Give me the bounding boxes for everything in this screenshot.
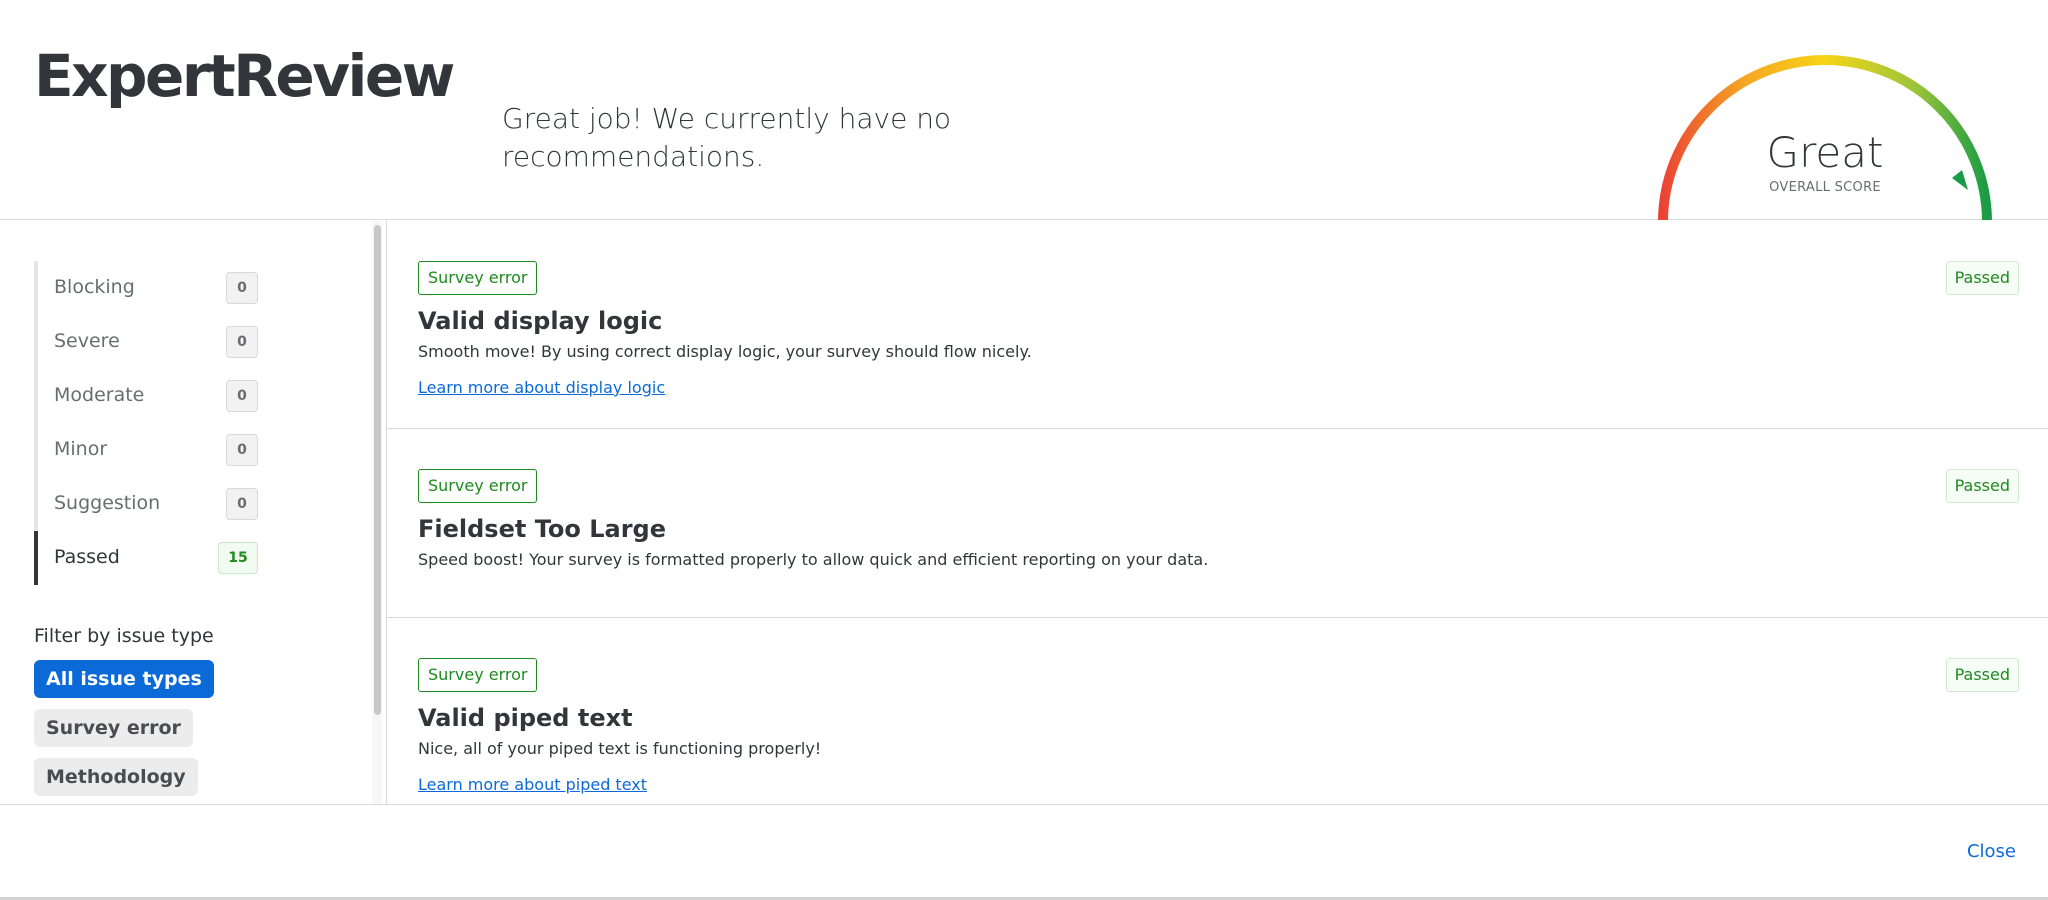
severity-count-badge: 0 <box>226 272 258 304</box>
filter-title: Filter by issue type <box>34 625 214 647</box>
status-badge: Passed <box>1945 261 2019 295</box>
app-logo: ExpertReview <box>34 42 455 110</box>
card-title: Valid piped text <box>418 704 633 732</box>
result-card: Survey error Passed Valid display logic … <box>387 221 2048 429</box>
summary-message: Great job! We currently have no recommen… <box>502 102 952 173</box>
score-gauge: Great OVERALL SCORE <box>1650 50 2000 220</box>
severity-label: Blocking <box>54 276 135 298</box>
learn-more-link[interactable]: Learn more about display logic <box>418 378 665 397</box>
close-button[interactable]: Close <box>1967 841 2016 862</box>
severity-count-badge: 0 <box>226 380 258 412</box>
results-list: Survey error Passed Valid display logic … <box>386 221 2048 804</box>
severity-item-minor[interactable]: Minor 0 <box>38 423 264 477</box>
report-header: ExpertReview Great job! We currently hav… <box>0 0 2048 220</box>
severity-label: Suggestion <box>54 492 161 514</box>
result-card: Survey error Passed Valid piped text Nic… <box>387 618 2048 804</box>
status-badge: Passed <box>1945 469 2019 503</box>
issue-type-tag: Survey error <box>418 469 538 503</box>
severity-label: Severe <box>54 330 120 352</box>
severity-count-badge: 15 <box>218 542 258 574</box>
sidebar-scrollbar[interactable] <box>372 221 382 804</box>
dialog-footer: Close <box>0 804 2048 900</box>
severity-label: Moderate <box>54 384 145 406</box>
severity-label: Passed <box>54 546 120 568</box>
severity-list: Blocking 0 Severe 0 Moderate 0 Minor 0 S… <box>34 261 264 585</box>
severity-count-badge: 0 <box>226 488 258 520</box>
card-description: Nice, all of your piped text is function… <box>418 739 822 758</box>
overall-score-label: OVERALL SCORE <box>1769 180 1881 195</box>
card-title: Fieldset Too Large <box>418 515 666 543</box>
card-title: Valid display logic <box>418 307 663 335</box>
issue-type-tag: Survey error <box>418 658 538 692</box>
filter-sidebar: Blocking 0 Severe 0 Moderate 0 Minor 0 S… <box>0 221 372 804</box>
filter-chip-survey-error[interactable]: Survey error <box>34 709 193 747</box>
status-badge: Passed <box>1945 658 2019 692</box>
severity-item-passed[interactable]: Passed 15 <box>34 531 264 585</box>
scrollbar-thumb[interactable] <box>374 225 381 715</box>
filter-chip-all[interactable]: All issue types <box>34 660 214 698</box>
card-description: Smooth move! By using correct display lo… <box>418 342 1032 361</box>
severity-item-blocking[interactable]: Blocking 0 <box>38 261 264 315</box>
learn-more-link[interactable]: Learn more about piped text <box>418 775 647 794</box>
severity-item-severe[interactable]: Severe 0 <box>38 315 264 369</box>
severity-count-badge: 0 <box>226 434 258 466</box>
severity-label: Minor <box>54 438 108 460</box>
issue-type-tag: Survey error <box>418 261 538 295</box>
severity-count-badge: 0 <box>226 326 258 358</box>
severity-item-moderate[interactable]: Moderate 0 <box>38 369 264 423</box>
severity-item-suggestion[interactable]: Suggestion 0 <box>38 477 264 531</box>
overall-score-value: Great <box>1766 128 1884 177</box>
result-card: Survey error Passed Fieldset Too Large S… <box>387 429 2048 618</box>
card-description: Speed boost! Your survey is formatted pr… <box>418 550 1209 569</box>
filter-chip-methodology[interactable]: Methodology <box>34 758 198 796</box>
